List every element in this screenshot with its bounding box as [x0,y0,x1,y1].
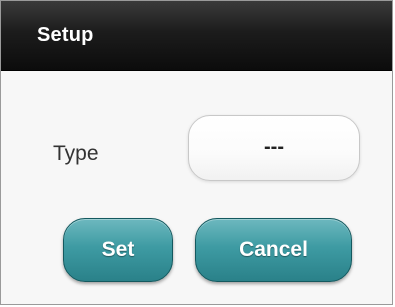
type-label: Type [53,142,99,165]
dialog-body: Type --- Set Cancel [1,71,392,304]
cancel-button[interactable]: Cancel [195,218,352,282]
set-button-label: Set [101,238,135,261]
dialog-titlebar: Setup [1,1,392,71]
type-select[interactable]: --- [188,115,360,181]
setup-dialog: Setup Type --- Set Cancel [0,0,393,305]
cancel-button-label: Cancel [239,238,308,261]
set-button[interactable]: Set [63,218,173,282]
dialog-title: Setup [37,24,94,46]
type-select-value: --- [264,135,284,158]
